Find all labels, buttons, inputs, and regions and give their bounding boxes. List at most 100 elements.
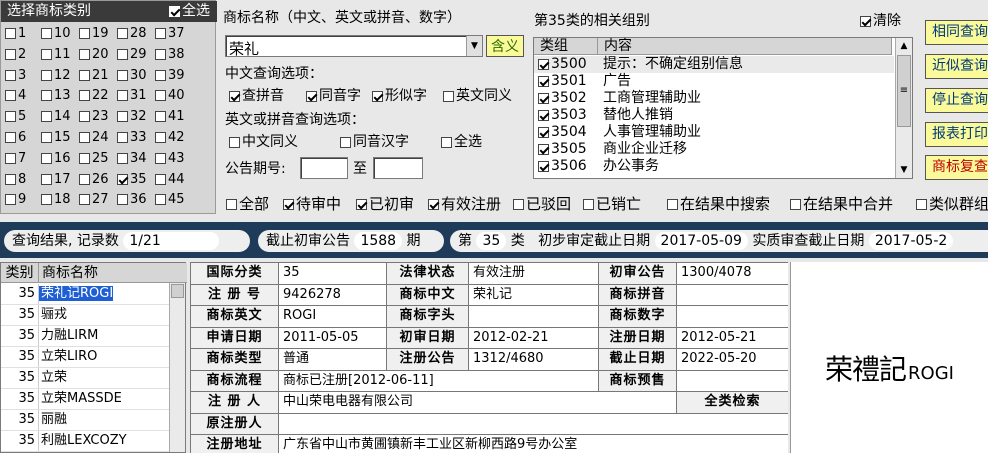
category-checkbox[interactable]: 35 [117,172,147,187]
report-print-button[interactable]: 报表打印 [925,122,988,147]
category-checkbox[interactable]: 26 [79,172,109,187]
en-option[interactable]: 全选 [441,134,482,150]
group-row[interactable]: 3501 广告 [534,73,894,90]
filter-option[interactable]: 待审中 [283,196,341,212]
category-checkbox[interactable]: 33 [117,131,147,145]
category-checkbox[interactable]: 42 [155,131,185,145]
category-checkbox[interactable]: 16 [41,151,71,166]
filter-option[interactable]: 已初审 [356,196,414,212]
category-checkbox[interactable]: 3 [5,68,26,83]
result-row[interactable]: 35 力融LIRM [1,326,171,347]
filter-option[interactable]: 有效注册 [428,196,501,212]
dropdown-arrow-icon[interactable]: ▼ [466,36,482,56]
category-checkbox[interactable]: 32 [117,110,147,124]
category-checkbox[interactable]: 20 [79,47,109,62]
cn-option[interactable]: 形似字 [372,88,427,104]
cn-option[interactable]: 英文同义 [443,88,512,104]
category-checkbox[interactable]: 38 [155,47,185,62]
all-class-search-button[interactable]: 全类检索 [676,391,788,414]
category-checkbox[interactable]: 29 [117,47,147,62]
filter-option[interactable]: 类似群组 [916,196,988,212]
group-list[interactable]: 类组 内容 3500 提示：不确定组别信息 3501 广告 3502 工商管理辅助业 350… [533,37,913,179]
filter-option[interactable]: 已驳回 [513,196,571,212]
results-name-header[interactable]: 商标名称 [39,265,98,281]
scroll-up-icon[interactable]: ▲ [896,38,912,54]
category-checkbox[interactable]: 23 [79,110,109,124]
category-checkbox[interactable]: 34 [117,151,147,166]
similar-search-button[interactable]: 相同查询 [925,20,988,45]
category-checkbox[interactable]: 25 [79,151,109,166]
results-scroll-thumb[interactable] [171,284,184,298]
group-row[interactable]: 3504 人事管理辅助业 [534,124,894,141]
clear-checkbox[interactable]: 清除 [860,13,901,29]
en-option[interactable]: 同音汉字 [340,134,409,150]
category-checkbox[interactable]: 7 [5,151,26,166]
group-row[interactable]: 3503 替他人推销 [534,107,894,124]
cn-option[interactable]: 同音字 [306,88,361,104]
category-checkbox[interactable]: 5 [5,110,26,124]
category-checkbox[interactable]: 41 [155,110,185,124]
category-checkbox[interactable]: 44 [155,172,185,187]
results-class-header[interactable]: 类别 [1,263,39,283]
filter-option[interactable]: 全部 [226,196,269,212]
category-checkbox[interactable]: 36 [117,193,147,207]
category-checkbox[interactable]: 13 [41,89,71,103]
category-checkbox[interactable]: 12 [41,68,71,83]
category-checkbox[interactable]: 10 [41,27,71,41]
announce-to-input[interactable] [373,157,423,179]
cn-option[interactable]: 查拼音 [229,88,284,104]
category-checkbox[interactable]: 2 [5,47,26,62]
en-option[interactable]: 中文同义 [229,134,298,150]
category-checkbox[interactable]: 11 [41,47,71,62]
category-checkbox[interactable]: 4 [5,89,26,103]
result-row[interactable]: 35 荣礼记ROGI [1,284,171,305]
scroll-down-icon[interactable]: ▼ [896,162,912,178]
filter-option[interactable]: 已销亡 [583,196,641,212]
category-checkbox[interactable]: 8 [5,172,26,187]
group-col-header[interactable]: 类组 [534,38,598,55]
category-checkbox[interactable]: 30 [117,68,147,83]
category-checkbox[interactable]: 17 [41,172,71,187]
result-row[interactable]: 35 骊戎 [1,305,171,326]
near-search-button[interactable]: 近似查询 [925,54,988,79]
category-checkbox[interactable]: 28 [117,27,147,41]
review-button[interactable]: 商标复查 [925,155,988,180]
result-row[interactable]: 35 丽融 [1,410,171,431]
result-row[interactable]: 35 利融LEXCOZY [1,431,171,452]
category-checkbox[interactable]: 6 [5,131,26,145]
category-checkbox[interactable]: 1 [5,27,26,41]
filter-option[interactable]: 在结果中合并 [790,196,893,212]
category-checkbox[interactable]: 31 [117,89,147,103]
content-col-header[interactable]: 内容 [598,38,892,55]
results-list[interactable]: 类别 商标名称 35 荣礼记ROGI 35 骊戎 35 力融LIRM 35 立荣LIRO 35 立荣… [0,262,187,453]
group-row[interactable]: 3506 办公事务 [534,158,894,175]
result-row[interactable]: 35 立荣 [1,368,171,389]
category-checkbox[interactable]: 15 [41,131,71,145]
category-checkbox[interactable]: 27 [79,193,109,207]
group-row[interactable]: 3500 提示：不确定组别信息 [534,56,894,73]
category-checkbox[interactable]: 14 [41,110,71,124]
meaning-button[interactable]: 含义 [486,35,524,57]
group-scrollbar[interactable]: ▲ ≡ ▼ [895,38,912,178]
group-row[interactable]: 3502 工商管理辅助业 [534,90,894,107]
result-row[interactable]: 35 立荣LIRO [1,347,171,368]
results-scrollbar[interactable] [169,283,185,452]
category-checkbox[interactable]: 18 [41,193,71,207]
select-all-checkbox[interactable]: 全选 [169,4,210,18]
category-checkbox[interactable]: 37 [155,27,185,41]
announce-from-input[interactable] [300,157,348,179]
filter-option[interactable]: 在结果中搜索 [667,196,770,212]
category-checkbox[interactable]: 40 [155,89,185,103]
category-checkbox[interactable]: 24 [79,131,109,145]
category-checkbox[interactable]: 19 [79,27,109,41]
category-checkbox[interactable]: 21 [79,68,109,83]
category-checkbox[interactable]: 45 [155,193,185,207]
result-row[interactable]: 35 立荣MASSDE [1,389,171,410]
group-row[interactable]: 3505 商业企业迁移 [534,141,894,158]
stop-search-button[interactable]: 停止查询 [925,88,988,113]
name-combobox[interactable]: 荣礼 ▼ [225,35,483,58]
category-checkbox[interactable]: 9 [5,193,26,207]
category-checkbox[interactable]: 22 [79,89,109,103]
scroll-thumb[interactable]: ≡ [897,55,911,127]
category-checkbox[interactable]: 39 [155,68,185,83]
